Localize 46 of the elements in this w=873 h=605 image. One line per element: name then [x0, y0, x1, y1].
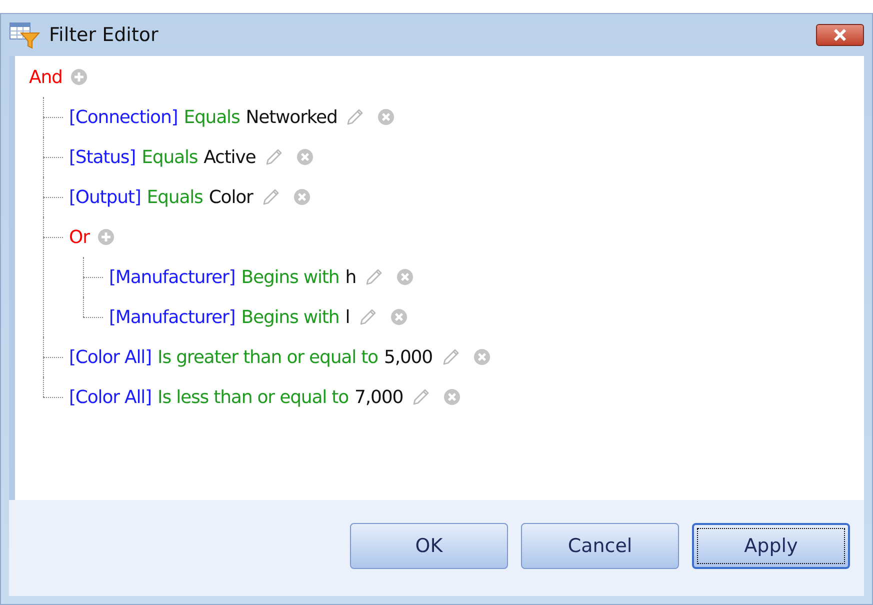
pencil-icon[interactable]: [411, 387, 432, 407]
field-name[interactable]: [Color All]: [69, 384, 152, 410]
remove-icon[interactable]: [292, 188, 311, 206]
operation[interactable]: Equals: [146, 184, 203, 210]
pencil-icon[interactable]: [345, 107, 366, 127]
value[interactable]: Color: [208, 184, 253, 210]
operation[interactable]: Is greater than or equal to: [157, 344, 378, 370]
group-operator[interactable]: And: [29, 64, 62, 90]
remove-icon[interactable]: [396, 268, 414, 286]
pencil-icon[interactable]: [260, 187, 281, 207]
value[interactable]: h: [345, 264, 356, 290]
group-operator[interactable]: Or: [69, 224, 90, 250]
remove-icon[interactable]: [443, 388, 462, 406]
close-icon: [833, 29, 847, 41]
operation[interactable]: Equals: [184, 104, 240, 130]
dialog-button[interactable]: Cancel: [521, 523, 679, 569]
remove-icon[interactable]: [390, 308, 408, 326]
remove-icon[interactable]: [296, 148, 314, 166]
dialog-button[interactable]: OK: [350, 523, 508, 569]
remove-icon[interactable]: [472, 348, 491, 366]
pencil-icon[interactable]: [364, 267, 384, 287]
value[interactable]: Networked: [246, 104, 338, 130]
add-icon[interactable]: [70, 68, 88, 86]
window-title: Filter Editor: [49, 22, 158, 48]
value[interactable]: l: [345, 304, 350, 330]
operation[interactable]: Equals: [142, 144, 198, 170]
value[interactable]: Active: [204, 144, 256, 170]
dialog-button[interactable]: Apply: [692, 523, 850, 569]
table-funnel-icon: [9, 21, 41, 49]
operation[interactable]: Begins with: [241, 304, 340, 330]
field-name[interactable]: [Color All]: [69, 344, 152, 370]
field-name[interactable]: [Status]: [69, 144, 136, 170]
field-name[interactable]: [Manufacturer]: [109, 304, 236, 330]
remove-icon[interactable]: [377, 108, 396, 126]
value[interactable]: 7,000: [354, 384, 404, 410]
operation[interactable]: Is less than or equal to: [157, 384, 349, 410]
pencil-icon[interactable]: [264, 147, 284, 167]
field-name[interactable]: [Output]: [69, 184, 141, 210]
pencil-icon[interactable]: [440, 347, 461, 367]
value[interactable]: 5,000: [384, 344, 433, 370]
pencil-icon[interactable]: [358, 307, 378, 327]
add-icon[interactable]: [97, 228, 116, 246]
field-name[interactable]: [Manufacturer]: [109, 264, 236, 290]
close-button[interactable]: [816, 24, 864, 46]
operation[interactable]: Begins with: [241, 264, 340, 290]
field-name[interactable]: [Connection]: [69, 104, 178, 130]
